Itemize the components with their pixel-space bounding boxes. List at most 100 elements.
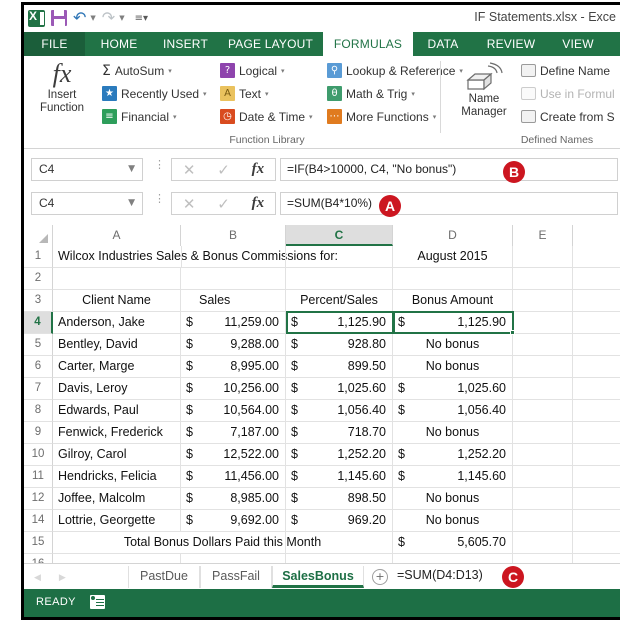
cell-d6[interactable]: No bonus [393,356,513,378]
fill-handle[interactable] [510,330,515,335]
cell-c14[interactable] [286,510,393,532]
cell-b10[interactable]: $12,522.00 [181,444,286,466]
cell-e14[interactable] [513,510,573,532]
cell-d2[interactable] [393,268,513,290]
chevron-down-icon[interactable]: ▾ [173,113,177,121]
cell-d10[interactable]: $1,252.20 [393,444,513,466]
cell-c12[interactable]: $898.50 [286,488,393,510]
formula-bar-grip-top[interactable]: ⋮ [154,160,165,171]
cell-a14[interactable] [53,510,181,532]
tab-page-layout[interactable]: PAGE LAYOUT [218,32,323,56]
chevron-down-icon[interactable]: ▾ [203,90,207,98]
cell-e4[interactable] [513,312,573,334]
date-time-button[interactable]: ◷ Date & Time ▾ [220,107,313,126]
spreadsheet-grid[interactable]: A B C D E 1 Wilcox Industries Sales & Bo… [24,225,620,563]
formula-bar-grip-bottom[interactable]: ⋮ [154,194,165,205]
define-name-button[interactable]: Define Name [521,61,610,80]
cancel-formula-icon[interactable]: ✕ [183,195,196,213]
redo-icon[interactable]: ↷ [102,10,115,26]
cell-f5[interactable] [573,334,620,356]
name-manager-button[interactable]: Name Manager [454,60,514,119]
cell-a4[interactable]: Anderson, Jake [53,312,181,334]
cell-e3[interactable] [513,290,573,312]
cell-a5[interactable]: Bentley, David [53,334,181,356]
cell-d4[interactable]: $1,125.90 [393,312,513,334]
cell-c16[interactable] [286,554,393,563]
cell-f8[interactable] [573,400,620,422]
cell-e2[interactable] [513,268,573,290]
cell-e10[interactable] [513,444,573,466]
cell-e7[interactable] [513,378,573,400]
cell-f6[interactable] [573,356,620,378]
cell-e16[interactable] [513,554,573,563]
cell-a12[interactable]: Joffee, Malcolm [53,488,181,510]
tab-view[interactable]: VIEW [549,32,607,56]
row-header-6[interactable]: 6 [24,356,53,378]
row-header-14[interactable]: 14 [24,510,53,532]
insert-function-button[interactable]: fx Insert Function [33,59,91,115]
chevron-down-icon[interactable]: ▾ [433,113,437,121]
sheet-tab-pastdue[interactable]: PastDue [128,566,200,588]
cell-b8[interactable]: $10,564.00 [181,400,286,422]
cell-e15[interactable] [513,532,573,554]
cell-a15[interactable]: Total Bonus Dollars Paid this Month [53,532,393,554]
cell-c8[interactable]: $1,056.40 [286,400,393,422]
cell-a9[interactable]: Fenwick, Frederick [53,422,181,444]
redo-dropdown-icon[interactable]: ▼ [119,14,124,22]
cell-a3[interactable]: Client Name [53,290,181,312]
column-header-d[interactable]: D [393,225,513,246]
chevron-down-icon[interactable]: ▾ [281,67,285,75]
autosum-button[interactable]: Σ AutoSum ▾ [102,61,172,80]
cell-b4[interactable]: $11,259.00 [181,312,286,334]
cell-b2[interactable] [181,268,286,290]
cell-b11[interactable]: $11,456.00 [181,466,286,488]
cancel-formula-icon[interactable]: ✕ [183,161,196,179]
row-header-1[interactable]: 1 [24,246,53,268]
cell-f12[interactable] [573,488,620,510]
cell-d8[interactable]: $1,056.40 [393,400,513,422]
undo-icon[interactable]: ↶ [73,10,86,26]
name-box-top[interactable]: C4 ▼ [31,158,143,181]
cell-f14[interactable] [573,510,620,532]
sheet-tab-passfail[interactable]: PassFail [200,566,272,588]
create-from-selection-button[interactable]: Create from S [521,107,615,126]
chevron-down-icon[interactable]: ▾ [411,90,415,98]
cell-c10[interactable]: $1,252.20 [286,444,393,466]
row-header-9[interactable]: 9 [24,422,53,444]
previous-sheet-icon[interactable]: ◀ [34,573,41,583]
cell-d16[interactable] [393,554,513,563]
cell-e12[interactable] [513,488,573,510]
cell-d11[interactable]: $1,145.60 [393,466,513,488]
financial-button[interactable]: ≡ Financial ▾ [102,107,177,126]
cell-b16[interactable] [181,554,286,563]
cell-d7[interactable]: $1,025.60 [393,378,513,400]
row-header-7[interactable]: 7 [24,378,53,400]
cell-b6[interactable]: $8,995.00 [181,356,286,378]
row-header-4[interactable]: 4 [24,312,53,334]
tab-data[interactable]: DATA [413,32,473,56]
cell-a11[interactable]: Hendricks, Felicia [53,466,181,488]
confirm-formula-icon[interactable]: ✓ [217,161,230,179]
undo-dropdown-icon[interactable]: ▼ [90,14,95,22]
select-all-button[interactable] [24,225,53,246]
row-header-8[interactable]: 8 [24,400,53,422]
cell-c2[interactable] [286,268,393,290]
cell-a16[interactable] [53,554,181,563]
cell-f10[interactable] [573,444,620,466]
cell-c5[interactable]: $928.80 [286,334,393,356]
save-icon[interactable] [51,10,67,26]
cell-c4[interactable]: $1,125.90 [286,312,393,334]
chevron-down-icon[interactable]: ▼ [128,159,135,180]
insert-function-icon[interactable]: fx [252,195,265,212]
cell-f11[interactable] [573,466,620,488]
row-header-2[interactable]: 2 [24,268,53,290]
row-header-15[interactable]: 15 [24,532,53,554]
record-macro-icon[interactable] [90,595,105,609]
cell-d12[interactable]: No bonus [393,488,513,510]
cell-d9[interactable]: No bonus [393,422,513,444]
cell-f15[interactable] [573,532,620,554]
tab-home[interactable]: HOME [85,32,153,56]
cell-a10[interactable]: Gilroy, Carol [53,444,181,466]
cell-c9[interactable]: $718.70 [286,422,393,444]
cell-f7[interactable] [573,378,620,400]
